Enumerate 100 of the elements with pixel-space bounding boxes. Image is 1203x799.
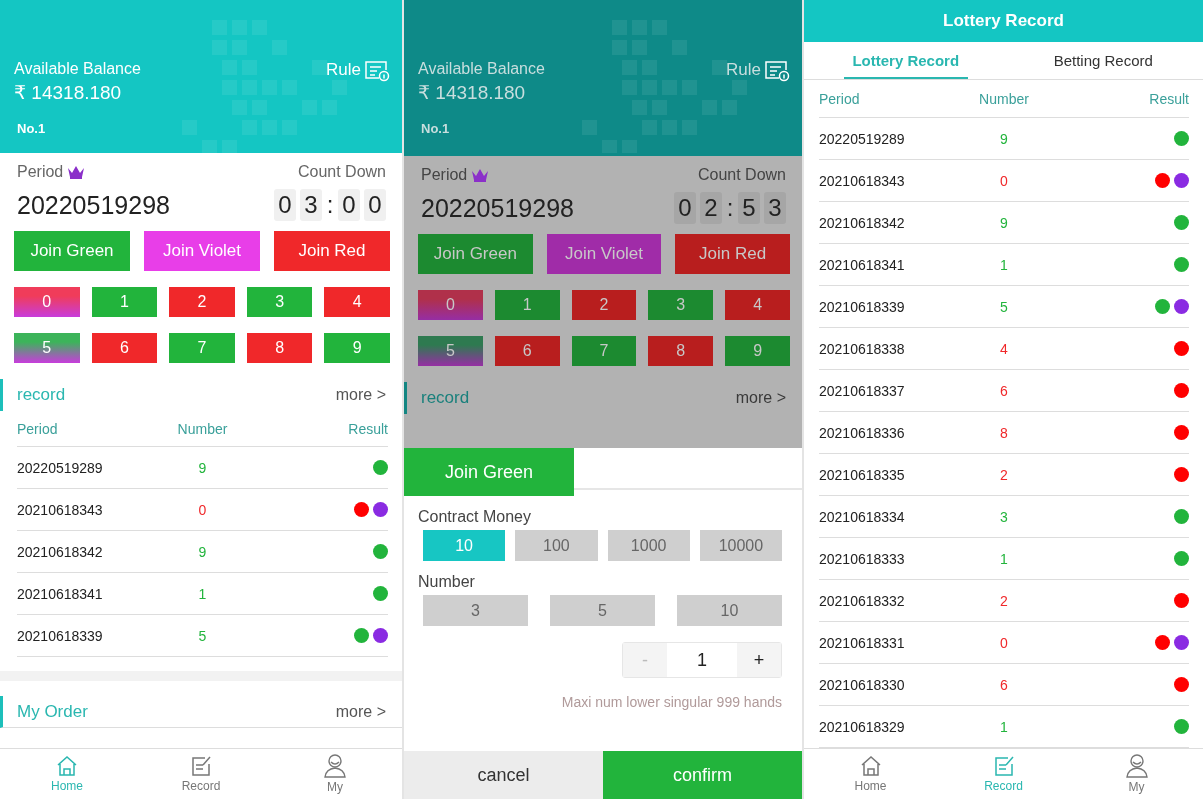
number-cell: 1 [1000, 550, 1008, 567]
number-button[interactable]: 6 [91, 333, 158, 363]
number-cell: 9 [198, 459, 207, 476]
column-header: Result [348, 420, 388, 437]
field-label: Contract Money [418, 508, 532, 526]
amount-option[interactable]: 1000 [607, 530, 690, 561]
join-button[interactable]: Join Green [418, 234, 533, 274]
section-title: My Order [17, 701, 88, 722]
confirm-button[interactable]: confirm [603, 751, 802, 799]
nav-tab[interactable]: My [1070, 749, 1203, 799]
number-button[interactable]: 3 [648, 290, 714, 320]
number-button[interactable]: 0 [14, 287, 80, 317]
more-link[interactable]: more > [335, 386, 386, 404]
nav-tab[interactable]: Home [804, 749, 937, 799]
number-button[interactable]: 1 [91, 287, 158, 317]
amount-option[interactable]: 10000 [699, 530, 782, 561]
number-button[interactable]: 4 [324, 287, 390, 317]
period-cell: 20210618334 [819, 508, 905, 525]
rule-icon [364, 60, 390, 82]
record-icon [992, 755, 1015, 777]
number-cell: 6 [1000, 382, 1008, 399]
period-cell: 20210618342 [819, 214, 905, 231]
period-cell: 20210618337 [819, 382, 905, 399]
rule-link[interactable]: Rule [326, 60, 390, 84]
crown-icon [471, 168, 490, 182]
amount-option[interactable]: 100 [515, 530, 598, 561]
column-header: Period [819, 90, 860, 107]
period-cell: 20210618339 [17, 627, 103, 644]
number-cell: 0 [198, 501, 207, 518]
countdown-separator: : [726, 194, 734, 222]
join-button[interactable]: Join Red [274, 231, 390, 271]
rule-icon [764, 60, 790, 82]
countdown-digit: 2 [700, 192, 722, 224]
number-cell: 6 [1000, 676, 1008, 693]
number-cell: 1 [1000, 718, 1008, 735]
nav-tab[interactable]: Record [937, 749, 1070, 799]
countdown-digit: 0 [674, 192, 696, 224]
multiplier-option[interactable]: 10 [677, 595, 782, 626]
countdown-digit: 3 [764, 192, 786, 224]
number-button[interactable]: 9 [324, 333, 390, 363]
number-cell: 1 [198, 585, 207, 602]
number-cell: 0 [1000, 634, 1008, 651]
period-number: 20220519298 [421, 193, 574, 223]
number-button[interactable]: 9 [725, 336, 790, 366]
period-cell: 20220519289 [819, 130, 905, 147]
period-cell: 20210618338 [819, 340, 905, 357]
multiplier-option[interactable]: 3 [423, 595, 528, 626]
period-cell: 20210618342 [17, 543, 103, 560]
record-tab[interactable]: Lottery Record [844, 42, 968, 79]
number-button[interactable]: 6 [494, 336, 560, 366]
number-button[interactable]: 5 [418, 336, 483, 366]
field-label: Number [418, 573, 476, 591]
record-icon [190, 755, 212, 777]
number-button[interactable]: 2 [571, 290, 637, 320]
join-button[interactable]: Join Violet [144, 231, 260, 271]
period-cell: 20210618330 [819, 676, 905, 693]
period-cell: 20210618339 [819, 298, 905, 315]
period-cell: 20210618332 [819, 592, 905, 609]
period-label: Period [421, 166, 468, 184]
number-button[interactable]: 1 [494, 290, 560, 320]
sheet-title: Join Green [404, 448, 574, 496]
number-cell: 4 [1000, 340, 1008, 357]
nav-tab[interactable]: Home [0, 749, 134, 799]
more-link[interactable]: more > [335, 702, 386, 721]
join-button[interactable]: Join Green [14, 231, 130, 271]
person-icon [324, 754, 346, 778]
multiplier-option[interactable]: 5 [550, 595, 655, 626]
nav-tab[interactable]: Record [134, 749, 268, 799]
column-header: Period [17, 420, 58, 437]
nav-tab[interactable]: My [268, 749, 402, 799]
balance-amount: ₹ 14318.180 [14, 81, 123, 104]
countdown-separator: : [326, 191, 334, 219]
countdown-label: Count Down [697, 166, 786, 184]
section-title: record [421, 388, 470, 408]
amount-option[interactable]: 10 [423, 530, 506, 561]
record-tab[interactable]: Betting Record [1003, 42, 1203, 79]
number-button[interactable]: 3 [246, 287, 313, 317]
countdown-label: Count Down [297, 163, 386, 181]
join-button[interactable]: Join Red [675, 234, 790, 274]
home-icon [56, 755, 78, 777]
cancel-button[interactable]: cancel [404, 751, 603, 799]
number-button[interactable]: 0 [418, 290, 483, 320]
section-title: record [17, 385, 66, 405]
number-button[interactable]: 8 [648, 336, 714, 366]
rule-link[interactable]: Rule [726, 60, 790, 84]
number-button[interactable]: 5 [14, 333, 80, 363]
number-button[interactable]: 7 [571, 336, 637, 366]
period-number: 20220519298 [17, 190, 170, 220]
number-cell: 0 [1000, 172, 1008, 189]
period-cell: 20220519289 [17, 459, 103, 476]
home-icon [859, 755, 882, 777]
more-link[interactable]: more > [735, 389, 786, 407]
join-button[interactable]: Join Violet [546, 234, 662, 274]
column-header: Number [177, 420, 228, 437]
number-button[interactable]: 8 [246, 333, 313, 363]
number-button[interactable]: 7 [169, 333, 235, 363]
rank-label: No.1 [421, 121, 451, 136]
number-cell: 9 [1000, 214, 1008, 231]
number-button[interactable]: 2 [169, 287, 235, 317]
number-button[interactable]: 4 [725, 290, 790, 320]
